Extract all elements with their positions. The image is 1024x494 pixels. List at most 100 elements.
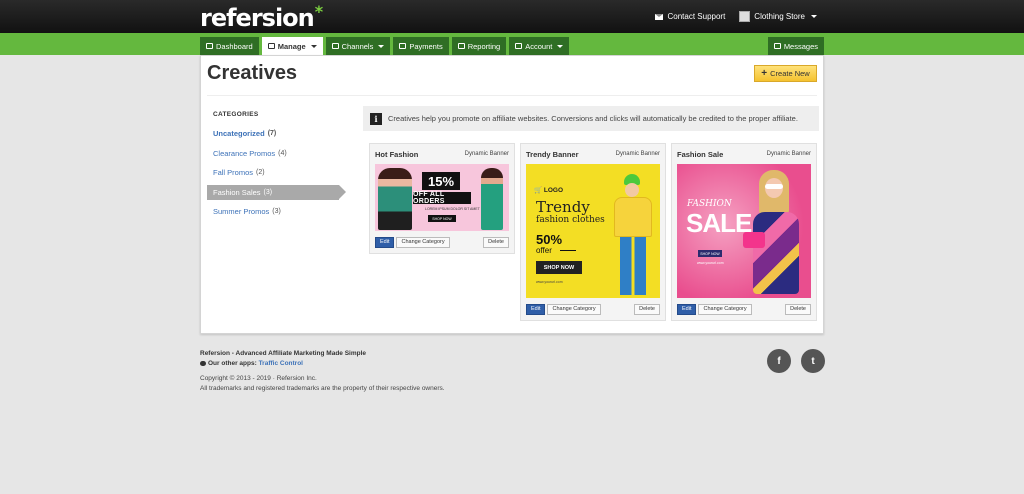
model-bag bbox=[743, 232, 765, 248]
banner-offer: offer bbox=[536, 246, 552, 255]
category-item-fashion-sales[interactable]: Fashion Sales (3) bbox=[207, 184, 346, 200]
logo-text: refersion bbox=[200, 4, 315, 32]
tab-reporting[interactable]: Reporting bbox=[451, 37, 507, 55]
chevron-down-icon bbox=[811, 15, 817, 18]
contact-support-label: Contact Support bbox=[667, 12, 726, 21]
store-name: Clothing Store bbox=[754, 12, 805, 21]
info-icon: i bbox=[370, 112, 382, 125]
model-figure bbox=[609, 174, 655, 298]
refersion-logo[interactable]: refersion* bbox=[200, 2, 323, 32]
card-actions: Edit Change Category Delete bbox=[521, 298, 665, 320]
category-count: (3) bbox=[272, 208, 281, 215]
tab-label: Account bbox=[525, 41, 553, 51]
creative-card-trendy-banner: Trendy Banner Dynamic Banner 🛒 LOGO Tren… bbox=[520, 143, 666, 321]
category-item-fall-promos[interactable]: Fall Promos (2) bbox=[207, 165, 347, 180]
delete-button[interactable]: Delete bbox=[785, 303, 811, 315]
banner-headline: OFF ALL ORDERS bbox=[413, 191, 471, 205]
change-category-button[interactable]: Change Category bbox=[698, 303, 752, 315]
tab-manage[interactable]: Manage bbox=[261, 37, 323, 55]
tab-account[interactable]: Account bbox=[509, 37, 570, 55]
card-title: Fashion Sale bbox=[677, 149, 724, 159]
model-body bbox=[614, 197, 652, 237]
logo-star-icon: * bbox=[314, 2, 323, 21]
card-type: Dynamic Banner bbox=[766, 151, 811, 157]
delete-button[interactable]: Delete bbox=[634, 303, 660, 315]
dashboard-icon bbox=[206, 43, 213, 49]
contact-support-link[interactable]: Contact Support bbox=[655, 12, 725, 21]
category-label: Clearance Promos bbox=[213, 148, 276, 158]
store-dropdown[interactable]: Clothing Store bbox=[739, 11, 817, 22]
main-nav: Dashboard Manage Channels Payments Repor… bbox=[200, 37, 570, 55]
chevron-down-icon bbox=[310, 44, 317, 48]
traffic-control-link[interactable]: Traffic Control bbox=[259, 360, 303, 367]
trademark-notice: All trademarks and registered trademarks… bbox=[200, 385, 445, 392]
copyright: Copyright © 2013 - 2019 · Refersion Inc. bbox=[200, 375, 317, 382]
category-item-uncategorized[interactable]: Uncategorized (7) bbox=[207, 126, 347, 141]
tab-label: Dashboard bbox=[216, 41, 253, 51]
banner-small-text: LOREM IPSUM DOLOR SIT AMET bbox=[425, 207, 480, 211]
category-label: Uncategorized bbox=[213, 129, 265, 138]
messages-label: Messages bbox=[783, 41, 818, 51]
banner-logo: 🛒 LOGO bbox=[534, 187, 564, 194]
tab-label: Payments bbox=[409, 41, 443, 51]
tab-dashboard[interactable]: Dashboard bbox=[200, 37, 259, 55]
tab-channels[interactable]: Channels bbox=[325, 37, 391, 55]
chevron-down-icon bbox=[378, 44, 385, 48]
rss-icon bbox=[331, 43, 339, 49]
edit-button[interactable]: Edit bbox=[375, 236, 395, 248]
creatives-panel: Creatives + Create New CATEGORIES Uncate… bbox=[200, 55, 824, 334]
tab-label: Channels bbox=[341, 41, 374, 51]
banner-preview-hot-fashion[interactable]: 15% OFF ALL ORDERS LOREM IPSUM DOLOR SIT… bbox=[375, 164, 509, 231]
model-dress bbox=[753, 212, 799, 294]
banner-headline: Trendy bbox=[536, 198, 590, 216]
banner-preview-trendy[interactable]: 🛒 LOGO Trendy fashion clothes 50% offer … bbox=[526, 164, 660, 298]
twitter-icon[interactable]: t bbox=[801, 349, 825, 373]
banner-url: www.yoururl.com bbox=[536, 280, 563, 284]
user-icon bbox=[739, 11, 751, 22]
facebook-icon[interactable]: f bbox=[767, 349, 791, 373]
tab-payments[interactable]: Payments bbox=[393, 37, 449, 55]
model-figure bbox=[743, 170, 805, 298]
category-label: Fall Promos bbox=[213, 168, 254, 177]
comments-icon bbox=[773, 43, 781, 49]
money-icon bbox=[399, 43, 407, 49]
banner-logo-text: LOGO bbox=[543, 187, 564, 194]
category-list: Uncategorized (7) Clearance Promos (4) Fal… bbox=[207, 126, 347, 224]
banner-preview-fashion-sale[interactable]: FASHION SALE SHOP NOW www.yoururl.com bbox=[677, 164, 811, 298]
category-count: (7) bbox=[267, 130, 277, 137]
banner-percent: 15% bbox=[422, 172, 460, 190]
card-header: Fashion Sale Dynamic Banner bbox=[672, 144, 816, 164]
edit-button[interactable]: Edit bbox=[526, 303, 546, 315]
model-glasses bbox=[765, 184, 783, 189]
card-type: Dynamic Banner bbox=[615, 151, 660, 157]
chevron-down-icon bbox=[557, 44, 564, 48]
category-item-summer-promos[interactable]: Summer Promos (3) bbox=[207, 204, 347, 219]
tab-label: Reporting bbox=[467, 41, 501, 51]
create-new-label: Create New bbox=[770, 69, 810, 78]
model-figure bbox=[481, 168, 503, 230]
card-type: Dynamic Banner bbox=[464, 151, 509, 157]
category-item-clearance-promos[interactable]: Clearance Promos (4) bbox=[207, 146, 347, 161]
category-count: (3) bbox=[263, 188, 273, 196]
card-header: Hot Fashion Dynamic Banner bbox=[370, 144, 514, 164]
messages-button[interactable]: Messages bbox=[767, 37, 824, 55]
arrow-icon bbox=[560, 250, 576, 251]
categories-heading: CATEGORIES bbox=[213, 111, 259, 118]
tab-label: Manage bbox=[277, 41, 306, 51]
edit-button[interactable]: Edit bbox=[677, 303, 697, 315]
banner-cta: SHOP NOW bbox=[428, 215, 456, 222]
footer-tagline-text: - Advanced Affiliate Marketing Made Simp… bbox=[229, 350, 367, 357]
create-new-button[interactable]: + Create New bbox=[754, 65, 817, 82]
creative-card-hot-fashion: Hot Fashion Dynamic Banner 15% OFF ALL O… bbox=[369, 143, 515, 254]
user-icon bbox=[515, 43, 523, 49]
footer: Refersion - Advanced Affiliate Marketing… bbox=[200, 350, 445, 392]
banner-url: www.yoururl.com bbox=[697, 261, 724, 265]
model-face bbox=[625, 183, 639, 197]
banner-subheadline: fashion clothes bbox=[536, 215, 605, 225]
top-right-links: Contact Support Clothing Store bbox=[655, 11, 817, 22]
model-figure bbox=[378, 168, 412, 230]
category-label: Summer Promos bbox=[213, 207, 270, 216]
change-category-button[interactable]: Change Category bbox=[396, 236, 450, 248]
delete-button[interactable]: Delete bbox=[483, 236, 509, 248]
change-category-button[interactable]: Change Category bbox=[547, 303, 601, 315]
